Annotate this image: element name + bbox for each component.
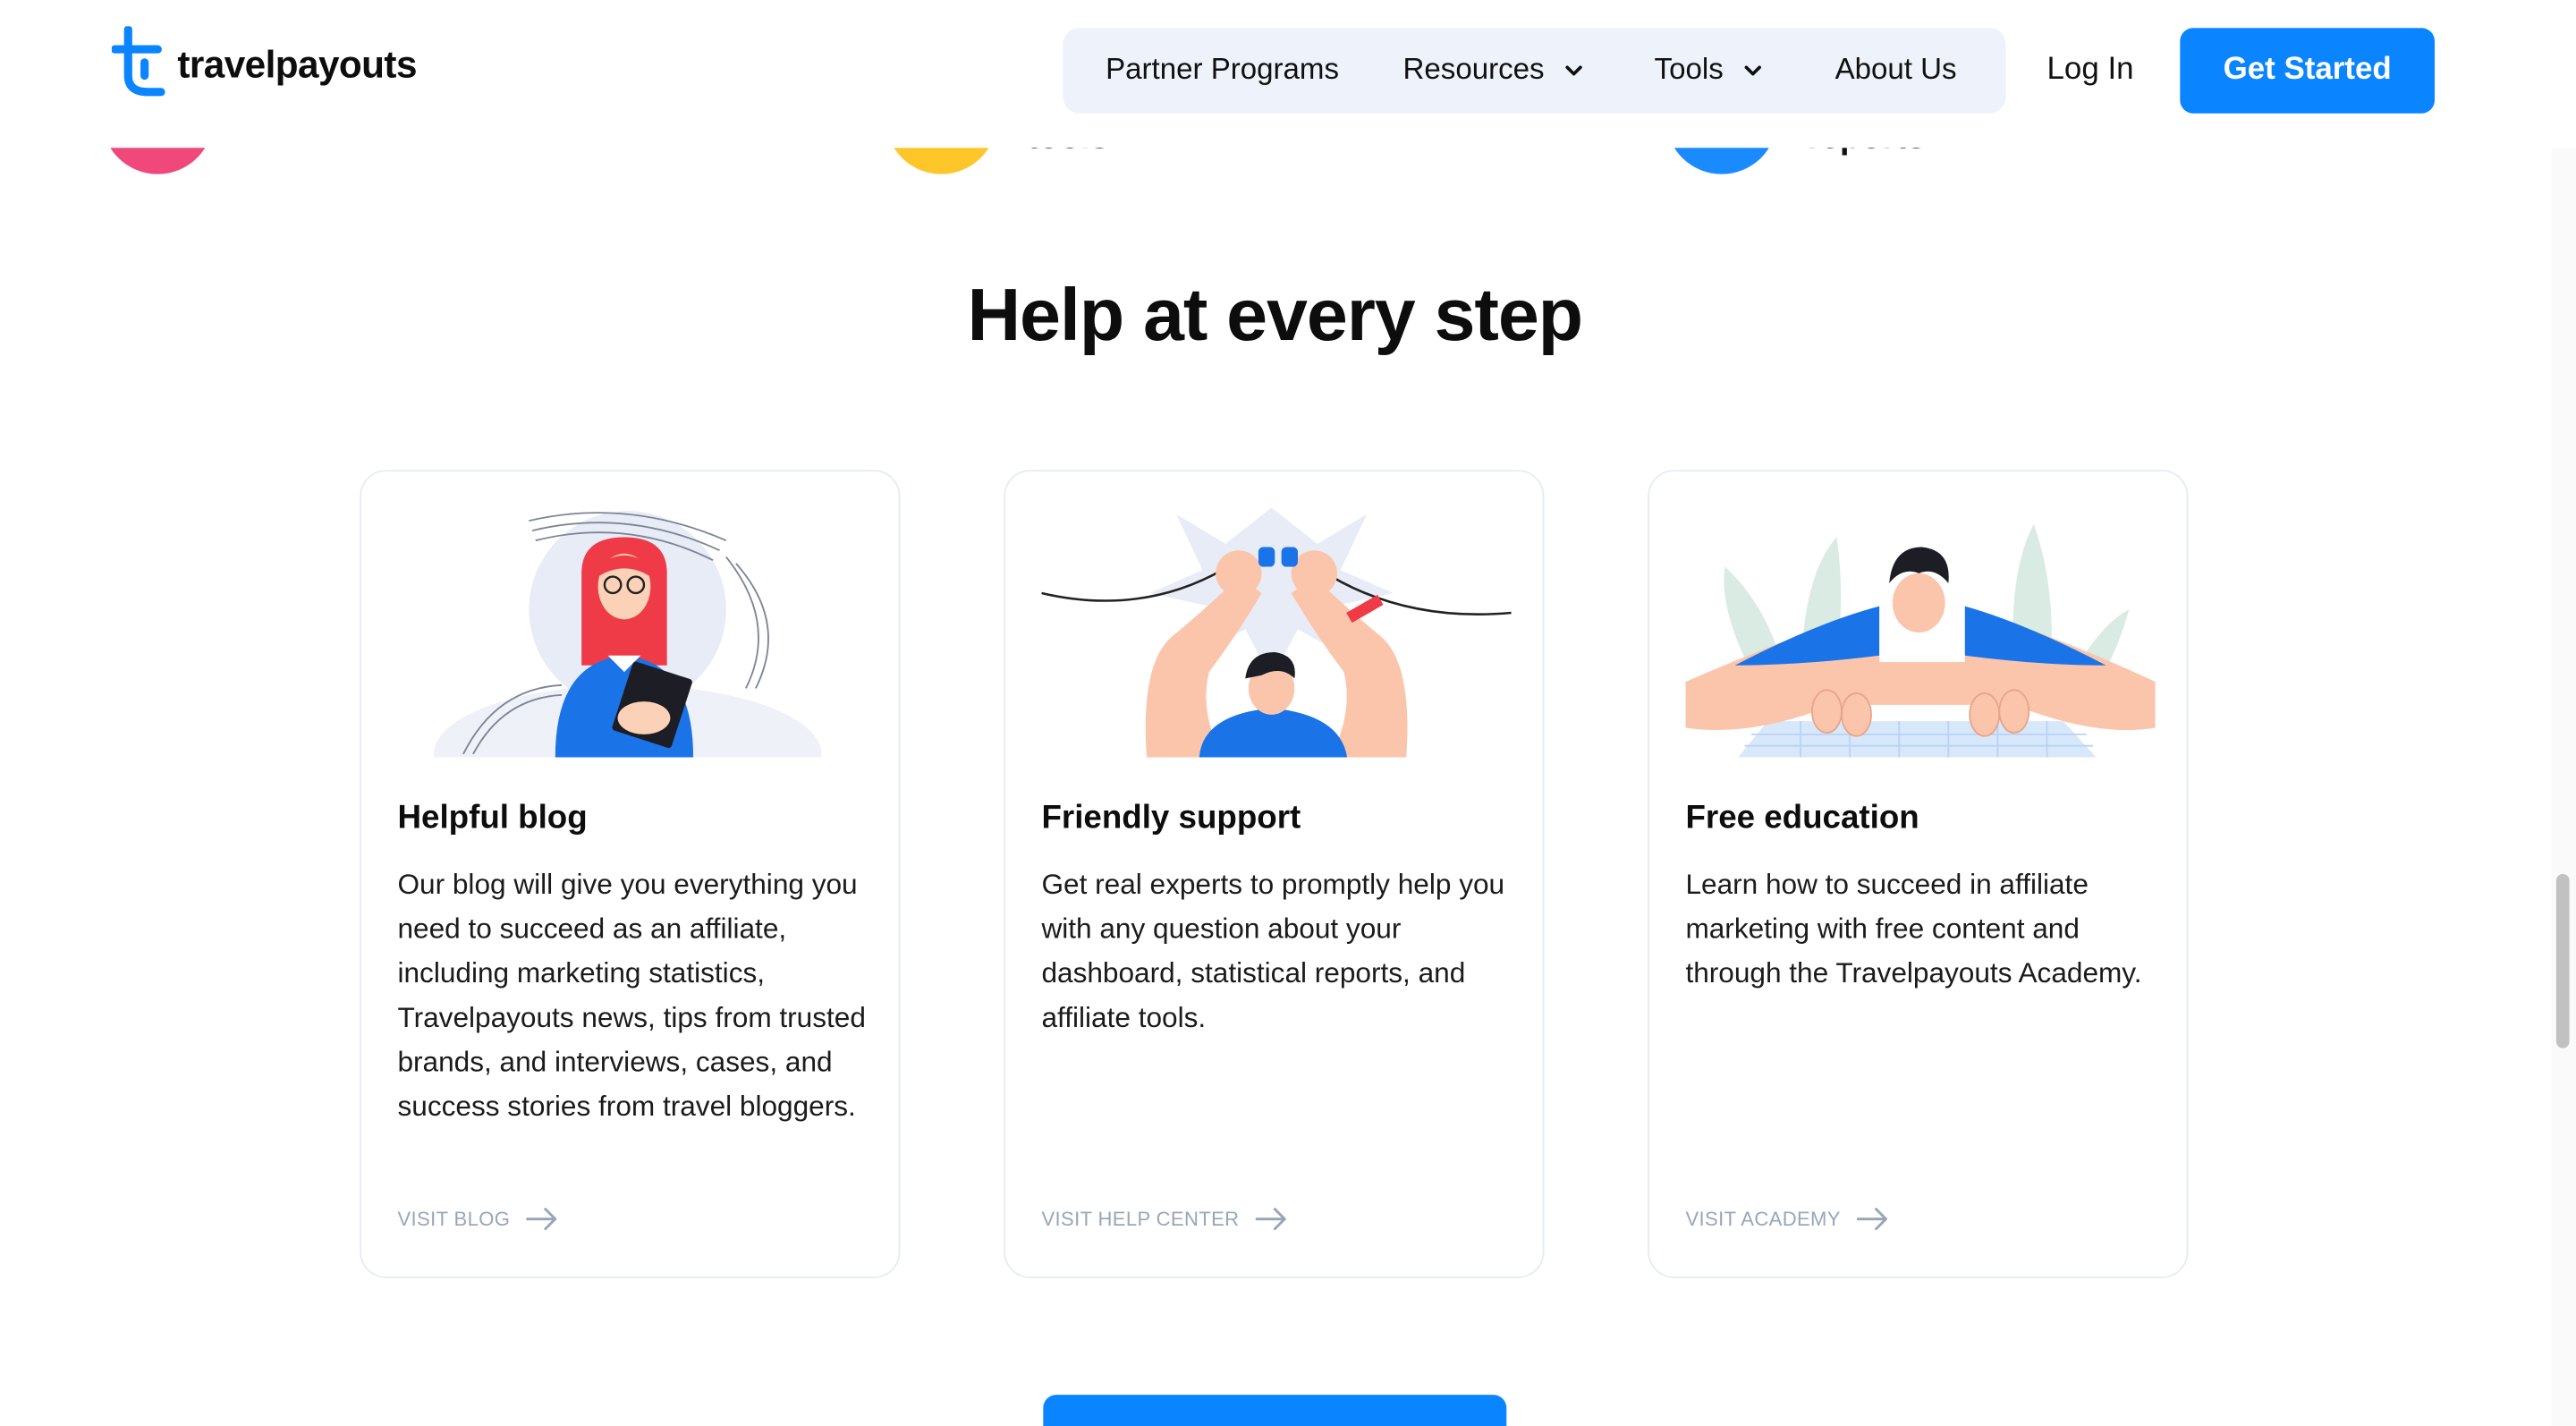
section-title: Help at every step <box>967 272 1583 357</box>
logo-text: travelpayouts <box>177 41 417 85</box>
nav-resources-label: Resources <box>1402 52 1545 86</box>
site-header: travelpayouts Partner Programs Resources… <box>0 0 2576 149</box>
chevron-down-icon <box>1565 64 1582 75</box>
nav-tools[interactable]: Tools <box>1655 53 1767 88</box>
card-free-education: Free education Learn how to succeed in a… <box>1648 470 2189 1278</box>
get-started-button[interactable]: Get Started <box>2180 28 2435 114</box>
card-text: Learn how to succeed in affiliate market… <box>1685 867 2142 989</box>
arrow-right-icon <box>1857 1208 1888 1231</box>
travelpayouts-logo-icon <box>111 26 165 97</box>
nav-partner-programs-label: Partner Programs <box>1106 52 1340 86</box>
nav-resources[interactable]: Resources <box>1403 53 1588 88</box>
card-title: Helpful blog <box>397 800 588 836</box>
arrow-right-icon <box>1256 1208 1287 1231</box>
nav-partner-programs[interactable]: Partner Programs <box>1106 53 1339 88</box>
nav-about-us-label: About Us <box>1835 52 1957 86</box>
card-text: Get real experts to promptly help you wi… <box>1041 867 1505 1034</box>
card-helpful-blog: Helpful blog Our blog will give you ever… <box>360 470 901 1278</box>
card-title: Free education <box>1685 800 1919 836</box>
page-scrollbar[interactable] <box>2551 0 2576 1426</box>
visit-help-center-link[interactable]: VISIT HELP CENTER <box>1041 1207 1288 1231</box>
chevron-down-icon <box>1744 64 1761 75</box>
arrow-right-icon <box>526 1208 558 1231</box>
main-nav: Partner Programs Resources Tools About U… <box>1063 28 2006 114</box>
card-text: Our blog will give you everything you ne… <box>397 867 866 1123</box>
section-cta-button[interactable] <box>1043 1395 1507 1426</box>
education-illustration <box>1685 507 2156 758</box>
support-illustration <box>1041 507 1512 758</box>
link-label: VISIT HELP CENTER <box>1041 1207 1240 1231</box>
scrollbar-thumb[interactable] <box>2555 873 2570 1048</box>
card-title: Friendly support <box>1041 800 1301 836</box>
visit-blog-link[interactable]: VISIT BLOG <box>397 1207 559 1231</box>
link-label: VISIT ACADEMY <box>1685 1207 1841 1231</box>
girl-with-book-illustration <box>433 511 822 758</box>
card-friendly-support: Friendly support Get real experts to pro… <box>1004 470 1545 1278</box>
nav-about-us[interactable]: About Us <box>1835 53 1957 88</box>
man-typing-keyboard-illustration <box>1685 523 2156 758</box>
man-connecting-cables-illustration <box>1041 507 1512 758</box>
link-label: VISIT BLOG <box>397 1207 511 1231</box>
login-link[interactable]: Log In <box>2047 53 2134 89</box>
visit-academy-link[interactable]: VISIT ACADEMY <box>1685 1207 1889 1231</box>
blog-illustration <box>397 507 867 758</box>
nav-tools-label: Tools <box>1654 52 1724 86</box>
logo[interactable]: travelpayouts <box>111 26 417 101</box>
